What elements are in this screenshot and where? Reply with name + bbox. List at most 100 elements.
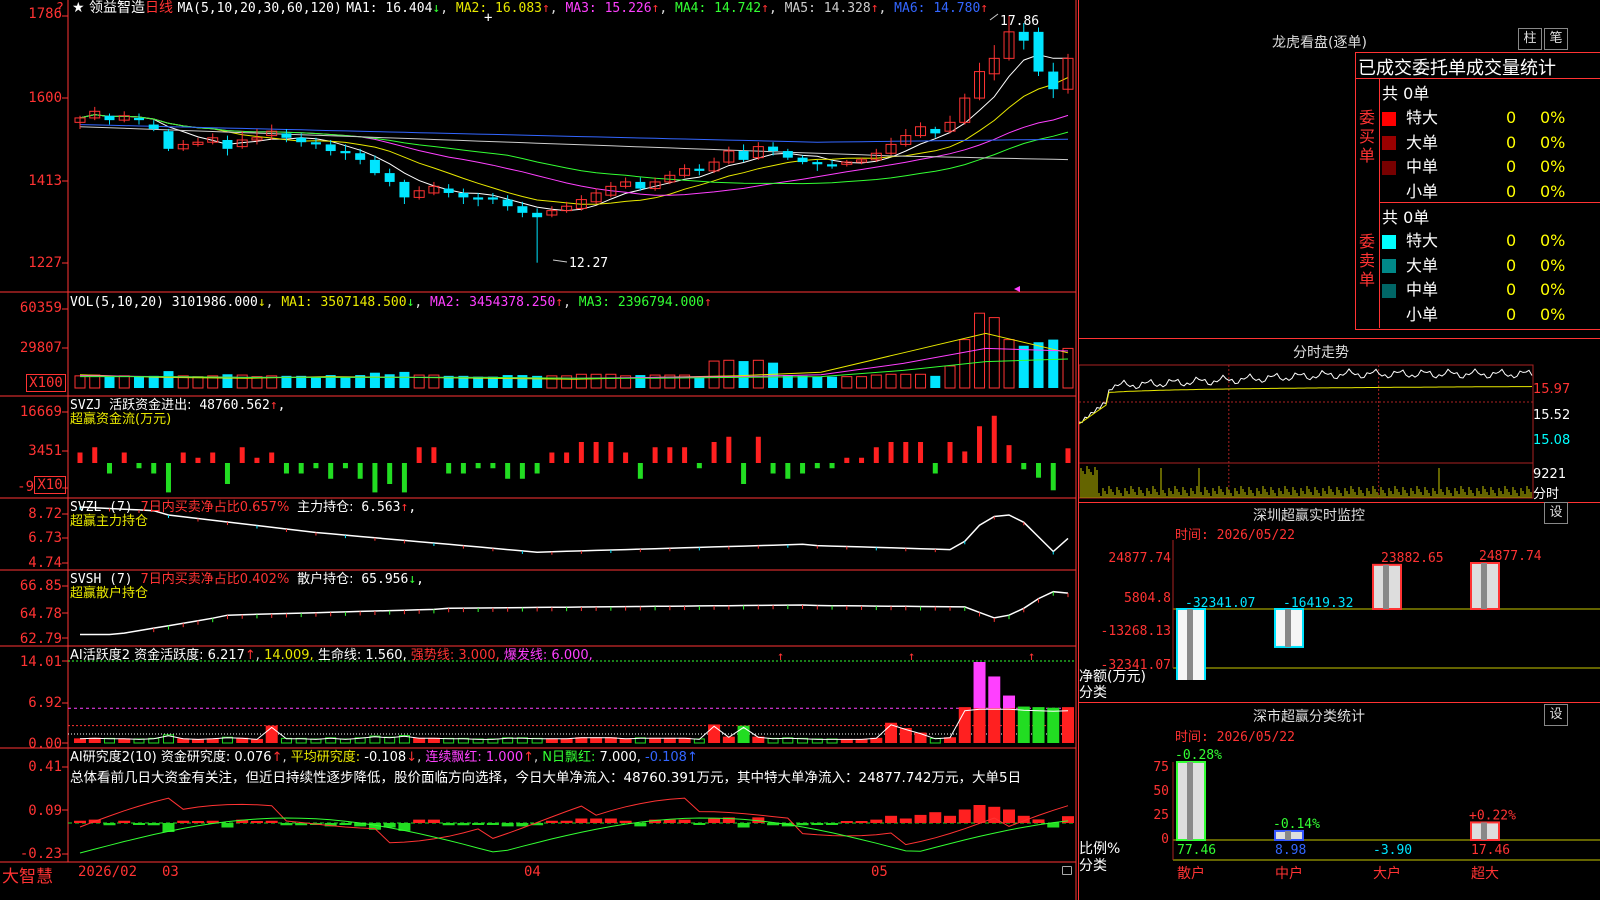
ai-research-bar <box>560 820 573 823</box>
strong-line-label: 强势线: <box>410 648 455 663</box>
class-tick: 50 <box>1153 784 1169 799</box>
intraday-avg-line <box>1079 386 1533 425</box>
avg-research-arrow: ↓ <box>406 750 418 765</box>
monitor-bar-label: 23882.65 <box>1381 551 1444 566</box>
svzj-bar <box>401 463 407 493</box>
order-row: 小单 0 0% <box>1382 301 1565 325</box>
period-label[interactable]: 日线 <box>145 0 173 16</box>
vol-ma-item: MA1: 3507148.500 <box>281 295 407 310</box>
ai-active-bar <box>1032 707 1045 743</box>
svzj-bar <box>519 463 525 479</box>
candle-body <box>930 128 941 134</box>
ai-research-bar <box>944 815 957 823</box>
class-delta: -0.28% <box>1175 748 1222 763</box>
vol-ma-item: MA2: 3454378.250 <box>422 295 556 310</box>
sz-monitor-chart[interactable]: 24877.745804.8-13268.13-32341.07-32341.0… <box>1079 540 1600 680</box>
settings-button[interactable]: 设 <box>1544 502 1568 524</box>
color-swatch-icon <box>1382 136 1396 150</box>
ai-active-tick: 14.01 <box>19 654 62 670</box>
candle-body <box>384 173 395 182</box>
candle-body <box>310 142 321 145</box>
class-category: 大户 <box>1373 865 1401 882</box>
bar-view-button[interactable]: 柱 <box>1518 28 1542 50</box>
svzj-bar <box>342 463 348 469</box>
ai-research-bar <box>604 818 617 823</box>
order-pct: 0% <box>1540 181 1566 201</box>
date-start-label: 2026/02 <box>78 864 138 880</box>
candle-body <box>148 124 159 129</box>
volume-bar <box>812 376 823 388</box>
svzj-unit-box[interactable]: X10 <box>34 476 66 494</box>
candle-body <box>340 151 351 154</box>
ai-active-v2: 14.009, <box>264 648 314 663</box>
svzj-bar <box>357 463 363 479</box>
ai-research-tick: -0.23 <box>19 846 62 862</box>
order-row: 中单 0 0% <box>1382 276 1565 300</box>
order-type: 中单 <box>1406 157 1439 176</box>
price-tick: 1227 <box>28 255 62 271</box>
svzj-bar <box>372 463 378 493</box>
ai-research-bar <box>501 823 514 827</box>
candle-body <box>768 146 779 152</box>
order-count: 0 <box>1506 231 1517 250</box>
ma-values: MA1: 16.404↓, MA2: 16.083↑, MA3: 15.226↑… <box>346 1 988 16</box>
ai-research-bar <box>545 820 558 823</box>
svzj-value: 48760.562 <box>199 398 270 413</box>
svsh-tick: 62.79 <box>19 631 62 647</box>
continuous-red-value: 1.000 <box>485 750 524 765</box>
up-arrow-marker: ↑ <box>908 649 915 663</box>
vol-ma-item: MA3: 2396794.000 <box>570 295 704 310</box>
vol-tick: 60359 <box>19 300 62 316</box>
intraday-vol: 9221 <box>1533 467 1567 482</box>
ai-research-bar <box>973 805 986 823</box>
candle-body <box>487 197 498 200</box>
ai-research-tick: 0.09 <box>28 803 62 819</box>
order-count: 0 <box>1506 157 1517 176</box>
monitor-bar-shade <box>1187 609 1193 680</box>
ai-research-bar <box>796 823 809 826</box>
order-row: 中单 0 0% <box>1382 153 1565 177</box>
candle-body <box>1048 71 1059 90</box>
class-value: 8.98 <box>1275 843 1306 858</box>
intraday-chart[interactable] <box>1079 362 1600 502</box>
svzj-bar <box>195 457 201 463</box>
class-value: -3.90 <box>1373 843 1412 858</box>
ai-research-bar <box>472 823 485 825</box>
svzj-bar <box>298 463 304 474</box>
ai-active-bar <box>737 725 750 743</box>
tick-view-button[interactable]: 笔 <box>1544 28 1568 50</box>
svzj-bar <box>534 463 540 474</box>
divider <box>1079 702 1600 703</box>
settings-button[interactable]: 设 <box>1544 704 1568 726</box>
ma-item: MA5: 14.328 <box>776 1 871 16</box>
svzj-bar <box>696 463 702 469</box>
vol-unit-box[interactable]: X100 <box>26 374 66 392</box>
star-icon[interactable]: ★ <box>72 0 85 16</box>
ai-research-bar <box>177 820 190 823</box>
ai-active-header: AI活跃度2 资金活跃度: 6.217↑, 14.009, 生命线: 1.560… <box>70 648 593 663</box>
lock-icon[interactable] <box>1062 866 1072 875</box>
ai-research-bar <box>590 818 603 823</box>
ai-research-arrow: ↑ <box>271 750 283 765</box>
brand-logo[interactable]: 大智慧 <box>2 862 53 887</box>
sz-class-chart[interactable]: 75 50 25 0 -0.28% 77.46 散户 -0.14% 8.98 中户 -3.90 大户 +… <box>1079 742 1600 900</box>
ai-research-bar <box>826 823 839 825</box>
sz-monitor-title: 深圳超赢实时监控 <box>1253 508 1365 524</box>
candle-body <box>296 137 307 143</box>
order-pct: 0% <box>1540 132 1566 152</box>
candle-body <box>797 157 808 163</box>
ma-item: MA2: 16.083 <box>448 1 542 16</box>
ma-item: MA4: 14.742 <box>667 1 762 16</box>
svzj-bar <box>460 463 466 474</box>
candle-body <box>827 164 838 167</box>
ai-active-tick: 6.92 <box>28 695 62 711</box>
stock-name[interactable]: 领益智造 <box>89 0 145 16</box>
low-price-label: 12.27 <box>569 256 609 271</box>
order-type: 特大 <box>1406 108 1439 127</box>
candle-body <box>812 162 823 165</box>
color-swatch-icon <box>1382 308 1396 322</box>
ma-arrow: ↑ <box>541 1 550 16</box>
right-panel: 龙虎看盘(逐单) 柱 笔 已成交委托单成交量统计 委买单 委卖单 共 0单 共 … <box>1078 0 1600 900</box>
svzj-tick: 16669 <box>19 404 62 420</box>
intraday-price: 15.08 <box>1533 433 1571 448</box>
